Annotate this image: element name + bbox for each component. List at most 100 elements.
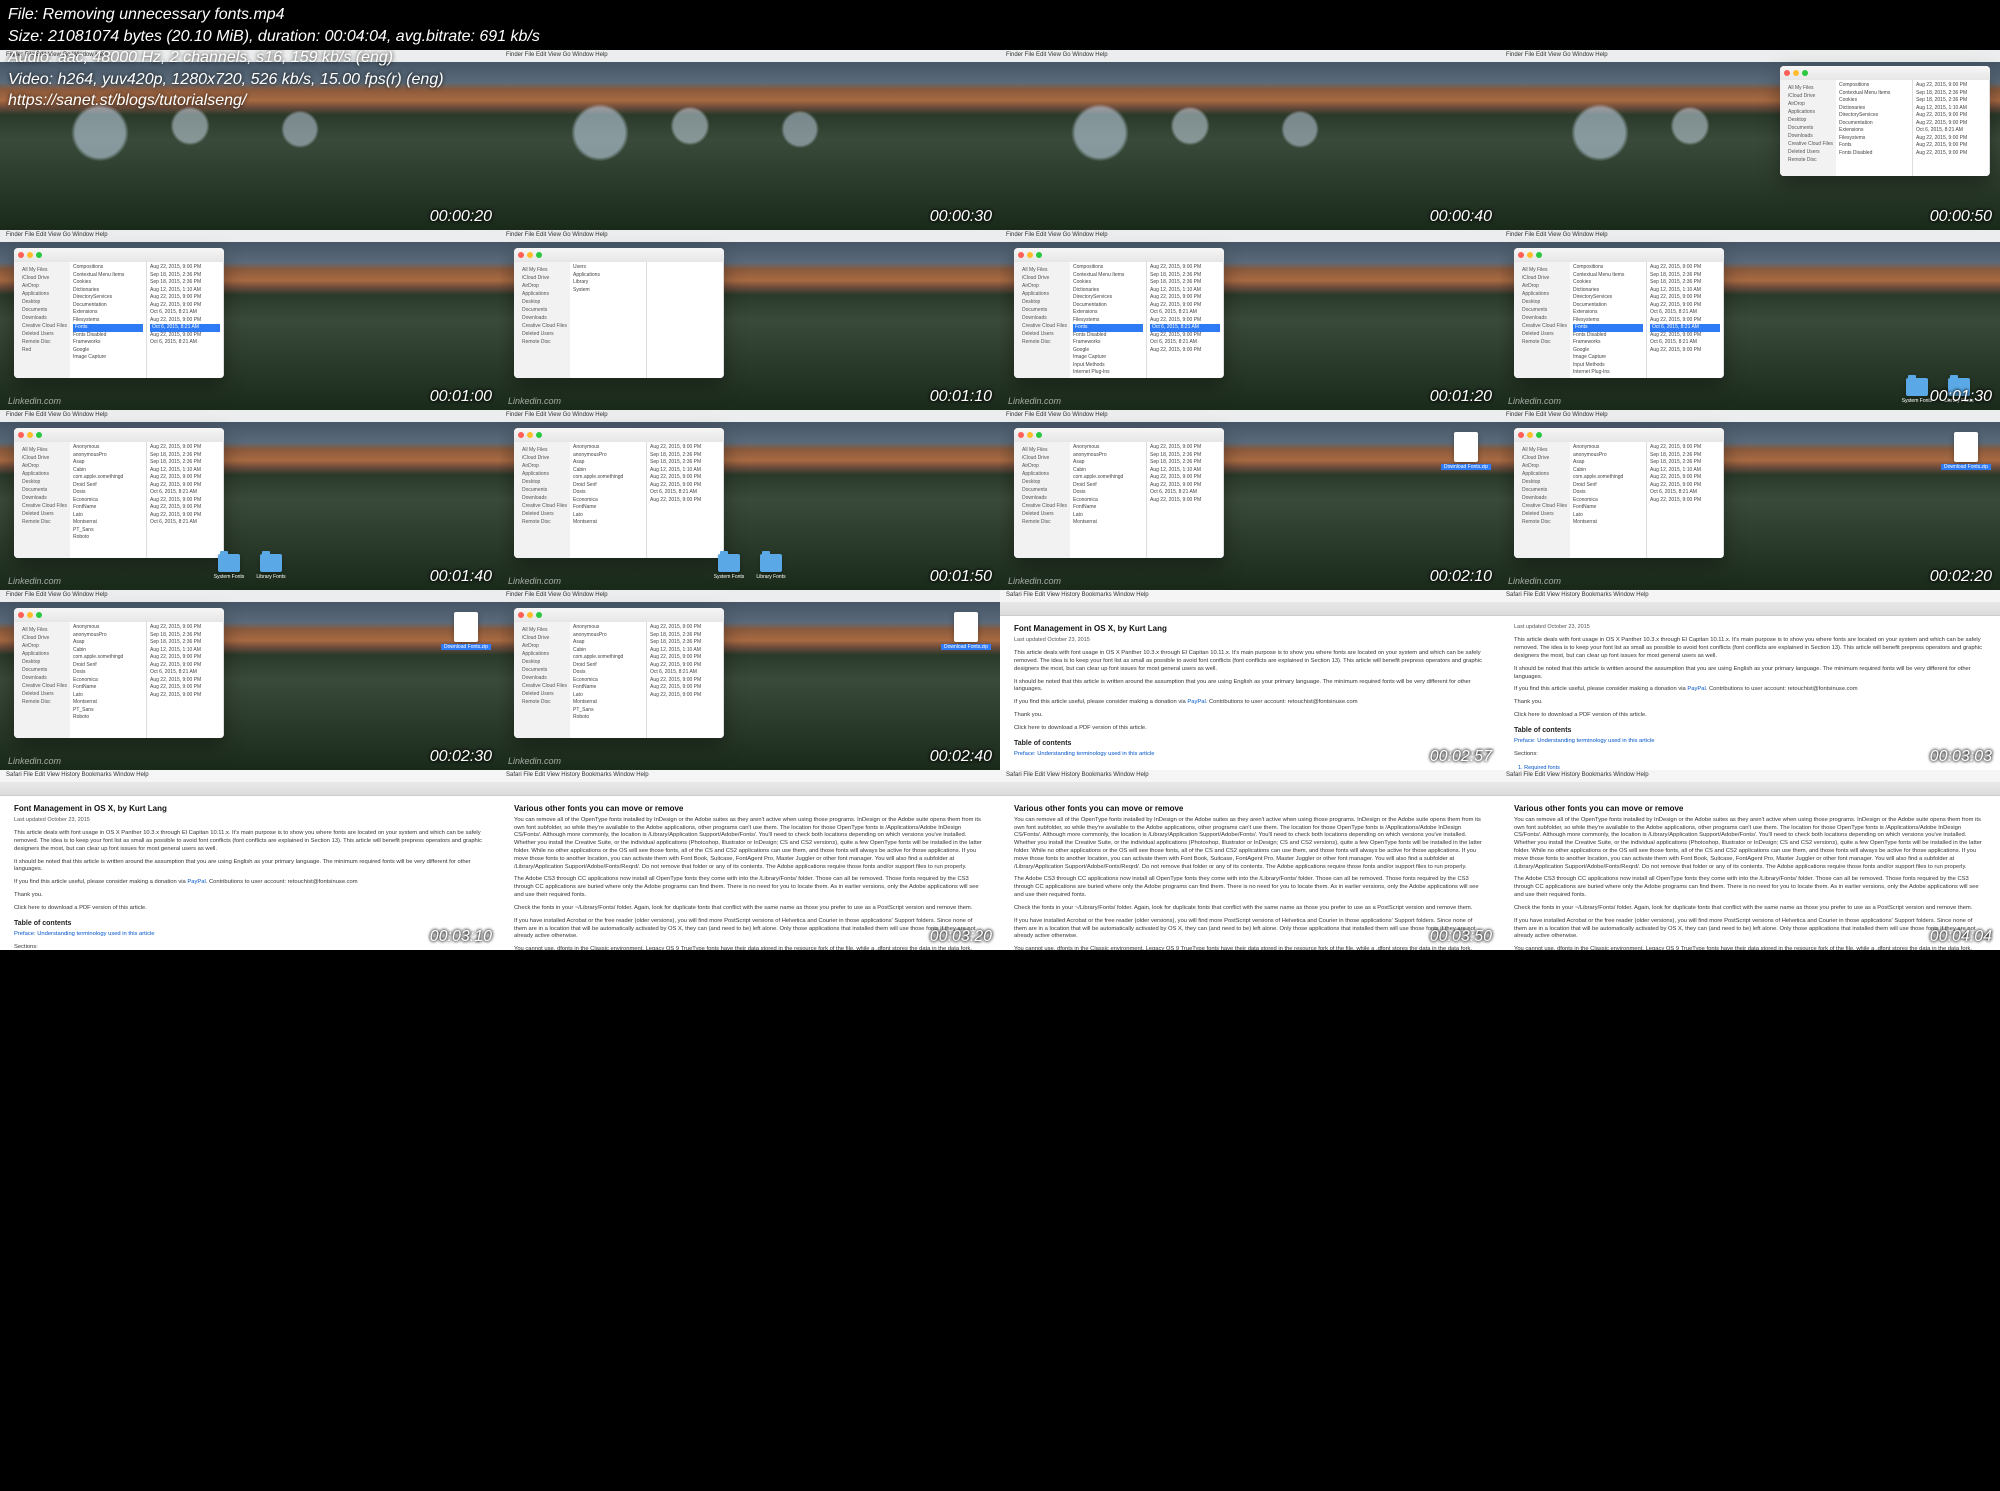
minimize-icon[interactable] [1527, 252, 1533, 258]
close-icon[interactable] [518, 612, 524, 618]
finder-column[interactable]: Aug 22, 2015, 9:00 PMSep 18, 2015, 2:36 … [1147, 442, 1224, 558]
safari-toolbar[interactable] [1500, 782, 2000, 796]
finder-sidebar[interactable]: All My FilesiCloud DriveAirDropApplicati… [14, 622, 70, 738]
finder-window[interactable]: All My FilesiCloud DriveAirDropApplicati… [514, 248, 724, 378]
thumbnail[interactable]: Finder File Edit View Go Window Help All… [1500, 50, 2000, 230]
close-icon[interactable] [1518, 252, 1524, 258]
finder-window[interactable]: All My FilesiCloud DriveAirDropApplicati… [514, 428, 724, 558]
file-icon[interactable]: Download Fonts.zip [1454, 432, 1478, 462]
finder-sidebar[interactable]: All My FilesiCloud DriveAirDropApplicati… [1514, 262, 1570, 378]
file-icon[interactable]: Download Fonts.zip [954, 612, 978, 642]
finder-window[interactable]: All My FilesiCloud DriveAirDropApplicati… [514, 608, 724, 738]
finder-column[interactable]: AnonymousanonymousProAsapCabincom.apple.… [570, 442, 647, 558]
thumbnail[interactable]: Finder File Edit View Go Window Help All… [0, 230, 500, 410]
finder-sidebar[interactable]: All My FilesiCloud DriveAirDropApplicati… [514, 442, 570, 558]
safari-toolbar[interactable] [1000, 602, 1500, 616]
selected-item[interactable]: Fonts [1573, 324, 1643, 332]
minimize-icon[interactable] [27, 252, 33, 258]
finder-window[interactable]: All My FilesiCloud DriveAirDropApplicati… [14, 428, 224, 558]
thumbnail[interactable]: Finder File Edit View Go Window Help All… [500, 590, 1000, 770]
minimize-icon[interactable] [527, 432, 533, 438]
close-icon[interactable] [18, 612, 24, 618]
thumbnail[interactable]: Finder File Edit View Go Window Help All… [0, 590, 500, 770]
finder-column[interactable]: Aug 22, 2015, 9:00 PMSep 18, 2015, 2:36 … [1647, 262, 1724, 378]
finder-column[interactable]: Aug 22, 2015, 9:00 PMSep 18, 2015, 2:36 … [1647, 442, 1724, 558]
zoom-icon[interactable] [1536, 252, 1542, 258]
thumbnail[interactable]: Safari File Edit View History Bookmarks … [0, 770, 500, 950]
minimize-icon[interactable] [1793, 70, 1799, 76]
safari-content[interactable]: Font Management in OS X, by Kurt Lang La… [1000, 616, 1500, 770]
thumbnail[interactable]: Safari File Edit View History Bookmarks … [1000, 770, 1500, 950]
finder-column[interactable]: Aug 22, 2015, 9:00 PMSep 18, 2015, 2:36 … [147, 442, 224, 558]
safari-toolbar[interactable] [500, 782, 1000, 796]
minimize-icon[interactable] [1027, 252, 1033, 258]
finder-column[interactable]: AnonymousanonymousProAsapCabincom.apple.… [1070, 442, 1147, 558]
minimize-icon[interactable] [1527, 432, 1533, 438]
finder-column[interactable]: AnonymousanonymousProAsapCabincom.apple.… [570, 622, 647, 738]
finder-sidebar[interactable]: All My FilesiCloud DriveAirDropApplicati… [1780, 80, 1836, 176]
safari-toolbar[interactable] [1000, 782, 1500, 796]
minimize-icon[interactable] [27, 612, 33, 618]
finder-sidebar[interactable]: All My FilesiCloud DriveAirDropApplicati… [1014, 262, 1070, 378]
thumbnail[interactable]: Finder File Edit View Go Window Help All… [1000, 410, 1500, 590]
toc-link[interactable]: Preface: Understanding terminology used … [1014, 751, 1486, 759]
finder-column[interactable]: Aug 22, 2015, 9:00 PMSep 18, 2015, 2:36 … [1913, 80, 1990, 176]
thumbnail[interactable]: Safari File Edit View History Bookmarks … [1500, 770, 2000, 950]
finder-sidebar[interactable]: All My FilesiCloud DriveAirDropApplicati… [514, 262, 570, 378]
zoom-icon[interactable] [36, 432, 42, 438]
safari-toolbar[interactable] [1500, 602, 2000, 616]
minimize-icon[interactable] [527, 612, 533, 618]
close-icon[interactable] [1518, 432, 1524, 438]
safari-content[interactable]: Various other fonts you can move or remo… [1500, 796, 2000, 950]
folder-icon[interactable]: System Fonts [1906, 378, 1928, 396]
finder-column[interactable]: UsersApplicationsLibrarySystem [570, 262, 647, 378]
thumbnail[interactable]: Finder File Edit View Go Window Help All… [1000, 230, 1500, 410]
finder-window[interactable]: All My FilesiCloud DriveAirDropApplicati… [1780, 66, 1990, 176]
folder-icon[interactable]: System Fonts [218, 554, 240, 572]
zoom-icon[interactable] [1036, 252, 1042, 258]
finder-column[interactable]: AnonymousanonymousProAsapCabincom.apple.… [70, 442, 147, 558]
safari-toolbar[interactable] [0, 782, 500, 796]
thumbnail[interactable]: Finder File Edit View Go Window Help All… [1500, 410, 2000, 590]
zoom-icon[interactable] [1536, 432, 1542, 438]
close-icon[interactable] [1018, 252, 1024, 258]
thumbnail[interactable]: Finder File Edit View Go Window Help 00:… [1000, 50, 1500, 230]
zoom-icon[interactable] [36, 252, 42, 258]
selected-item[interactable]: Fonts [1073, 324, 1143, 332]
zoom-icon[interactable] [1802, 70, 1808, 76]
finder-column[interactable]: CompositionsContextual Menu ItemsCookies… [1836, 80, 1913, 176]
finder-column[interactable] [647, 262, 724, 378]
toc-link[interactable]: Preface: Understanding terminology used … [1514, 738, 1986, 746]
minimize-icon[interactable] [527, 252, 533, 258]
folder-icon[interactable]: Library Fonts [260, 554, 282, 572]
close-icon[interactable] [518, 252, 524, 258]
finder-column[interactable]: Aug 22, 2015, 9:00 PMSep 18, 2015, 2:36 … [1147, 262, 1224, 378]
close-icon[interactable] [518, 432, 524, 438]
zoom-icon[interactable] [536, 612, 542, 618]
close-icon[interactable] [1784, 70, 1790, 76]
close-icon[interactable] [18, 252, 24, 258]
close-icon[interactable] [18, 432, 24, 438]
zoom-icon[interactable] [536, 432, 542, 438]
thumbnail[interactable]: Finder File Edit View Go Window Help All… [500, 230, 1000, 410]
folder-icon[interactable]: System Fonts [718, 554, 740, 572]
finder-column[interactable]: CompositionsContextual Menu ItemsCookies… [1570, 262, 1647, 378]
zoom-icon[interactable] [36, 612, 42, 618]
thumbnail[interactable]: Finder File Edit View Go Window Help All… [0, 410, 500, 590]
finder-column[interactable]: AnonymousanonymousProAsapCabincom.apple.… [1570, 442, 1647, 558]
thumbnail[interactable]: Finder File Edit View Go Window Help 00:… [500, 50, 1000, 230]
finder-window[interactable]: All My FilesiCloud DriveAirDropApplicati… [14, 248, 224, 378]
finder-sidebar[interactable]: All My FilesiCloud DriveAirDropApplicati… [1514, 442, 1570, 558]
finder-column[interactable]: AnonymousanonymousProAsapCabincom.apple.… [70, 622, 147, 738]
zoom-icon[interactable] [1036, 432, 1042, 438]
finder-window[interactable]: All My FilesiCloud DriveAirDropApplicati… [14, 608, 224, 738]
finder-sidebar[interactable]: All My FilesiCloud DriveAirDropApplicati… [1014, 442, 1070, 558]
folder-icon[interactable]: Library Fonts [760, 554, 782, 572]
safari-content[interactable]: Font Management in OS X, by Kurt Lang La… [0, 796, 500, 950]
finder-column[interactable]: CompositionsContextual Menu ItemsCookies… [1070, 262, 1147, 378]
thumbnail[interactable]: Safari File Edit View History Bookmarks … [500, 770, 1000, 950]
toc-link[interactable]: Preface: Understanding terminology used … [14, 931, 486, 939]
finder-column[interactable]: Aug 22, 2015, 9:00 PMSep 18, 2015, 2:36 … [147, 262, 224, 378]
zoom-icon[interactable] [536, 252, 542, 258]
finder-sidebar[interactable]: All My FilesiCloud DriveAirDropApplicati… [514, 622, 570, 738]
